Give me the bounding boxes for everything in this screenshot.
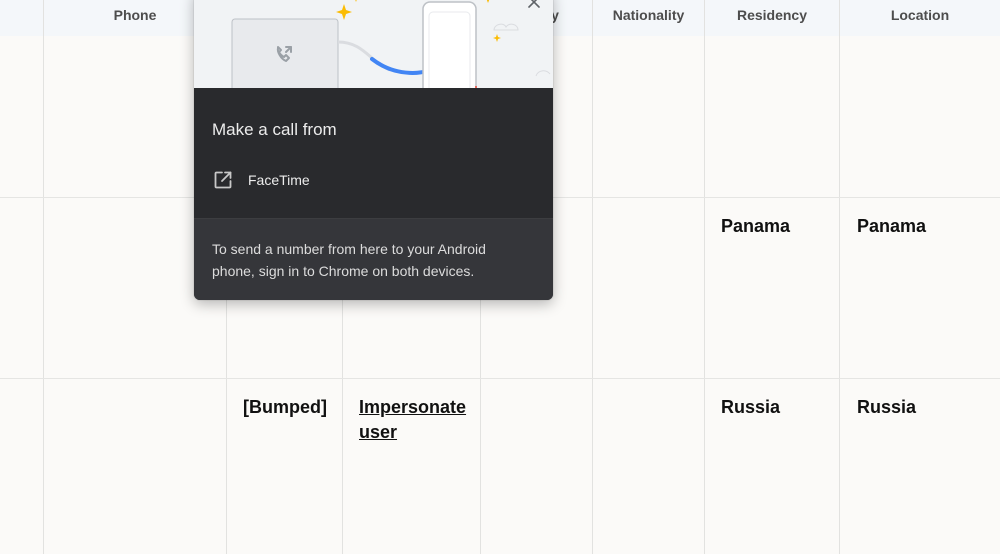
impersonate-user-link[interactable]: Impersonate user: [359, 395, 474, 445]
column-divider: [592, 0, 593, 554]
header-location: Location: [890, 7, 950, 23]
location-cell: Russia: [857, 397, 917, 417]
popup-title: Make a call from: [212, 120, 337, 139]
open-external-icon: [213, 170, 233, 190]
sign-in-hint: To send a number from here to your Andro…: [212, 241, 486, 279]
laptop-phone-call-illustration: [194, 0, 553, 100]
residency-cell: Panama: [721, 216, 791, 236]
column-divider: [839, 0, 840, 554]
facetime-option[interactable]: FaceTime: [194, 160, 553, 200]
column-divider: [43, 0, 44, 554]
header-nationality: Nationality: [612, 7, 685, 23]
column-divider: [704, 0, 705, 554]
close-icon[interactable]: [525, 0, 543, 11]
facetime-option-label: FaceTime: [248, 172, 310, 188]
make-call-popup: Make a call from FaceTime To send a numb…: [194, 0, 553, 300]
popup-footer: To send a number from here to your Andro…: [194, 218, 553, 300]
row-divider: [0, 378, 1000, 379]
status-cell: [Bumped]: [243, 397, 327, 417]
header-residency: Residency: [736, 7, 808, 23]
location-cell: Panama: [857, 216, 927, 236]
residency-cell: Russia: [721, 397, 781, 417]
